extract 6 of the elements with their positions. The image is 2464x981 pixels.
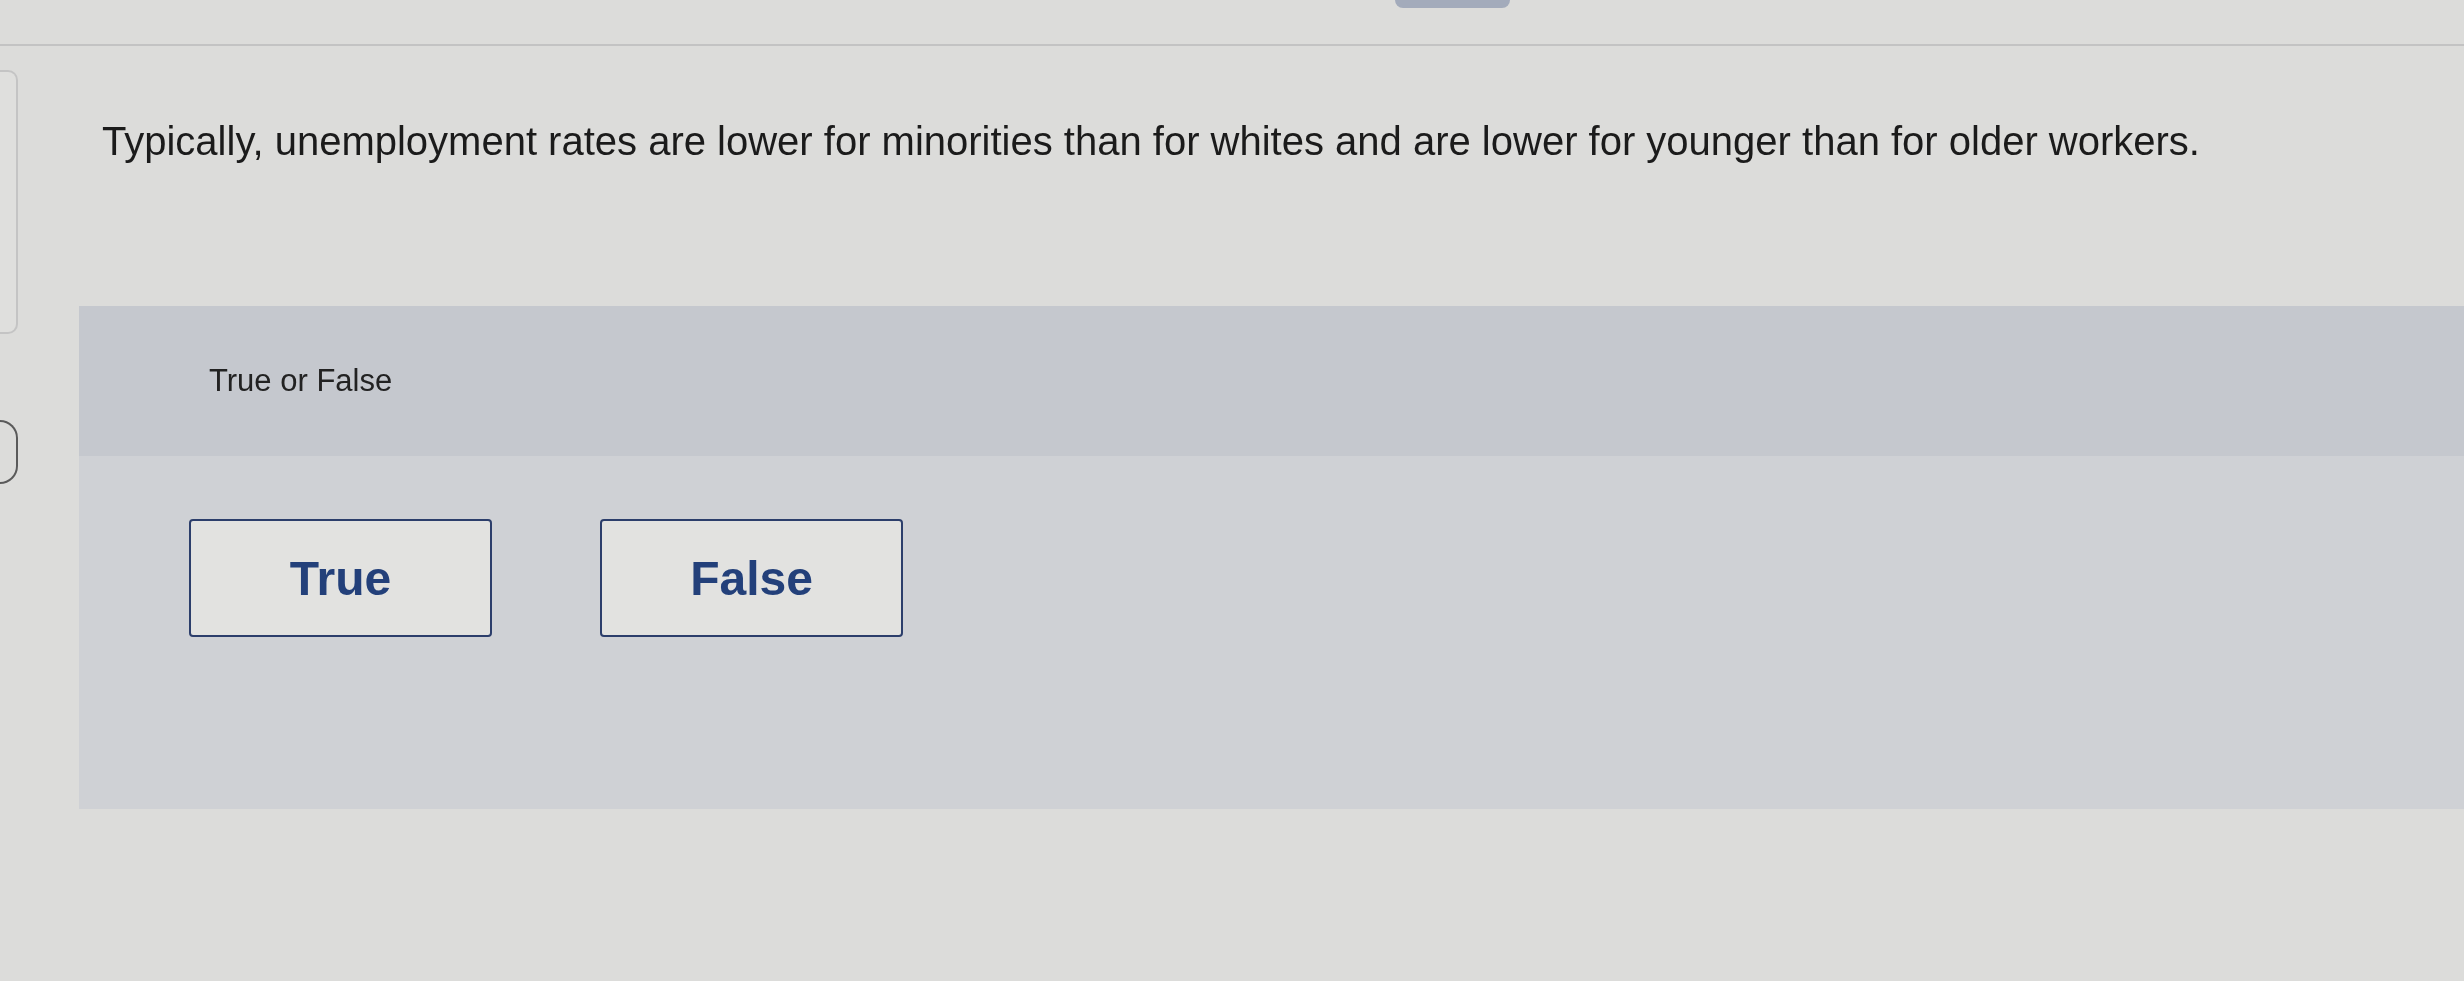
circle-edge-icon — [0, 420, 18, 484]
question-text: Typically, unemployment rates are lower for minorities than for whites and are lower for younger than for older workers. — [102, 118, 2201, 165]
answer-option-button[interactable]: False — [600, 519, 903, 637]
button-edge[interactable] — [1395, 0, 1510, 8]
prompt-text: True or False — [209, 363, 393, 399]
answer-option-button[interactable]: True — [189, 519, 492, 637]
